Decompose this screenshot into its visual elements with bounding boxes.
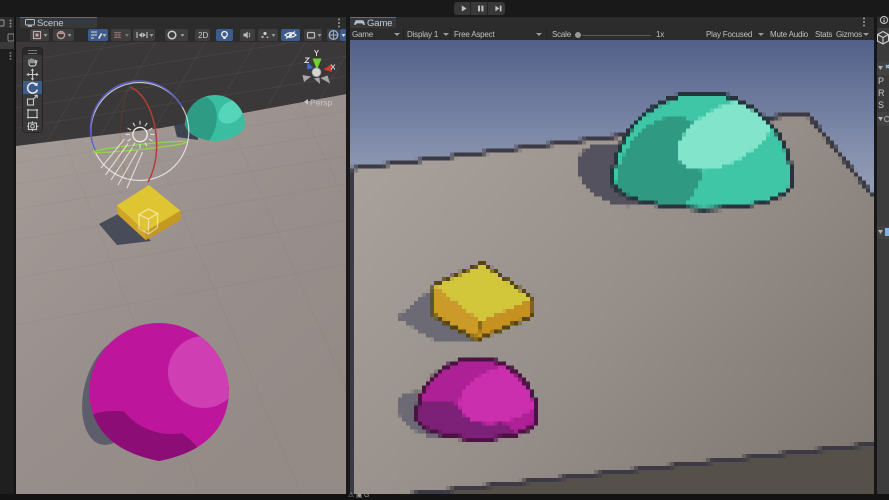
svg-text:Persp: Persp bbox=[310, 98, 332, 108]
svg-text:2D: 2D bbox=[198, 31, 208, 40]
svg-text:S: S bbox=[878, 100, 884, 110]
svg-text:R: R bbox=[878, 88, 885, 98]
svg-text:P: P bbox=[878, 76, 884, 86]
